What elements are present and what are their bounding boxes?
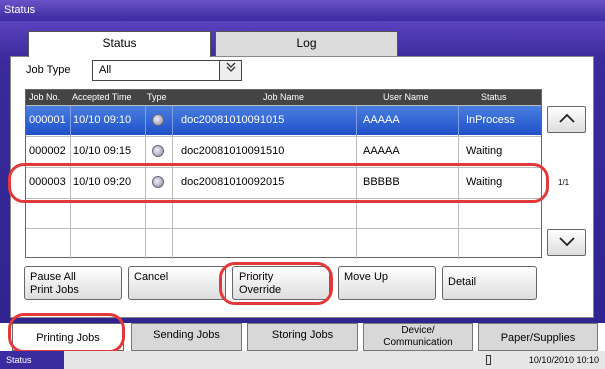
detail-button[interactable]: Detail — [442, 266, 537, 300]
table-header: Job No. Accepted Time Type Job Name User… — [26, 90, 541, 105]
header-job-name: Job Name — [263, 92, 305, 102]
window-title: Status — [0, 0, 605, 21]
highlight-printing-jobs — [8, 313, 125, 353]
scroll-down-button[interactable] — [547, 229, 586, 256]
header-type: Type — [147, 92, 167, 102]
table-row-empty — [26, 228, 541, 259]
cell-job-name: doc20081010091510 — [181, 145, 285, 157]
tab-paper-supplies[interactable]: Paper/Supplies — [478, 323, 598, 351]
status-bar-label[interactable]: Status — [0, 351, 64, 369]
header-user-name: User Name — [383, 92, 429, 102]
table-row[interactable]: 000002 10/10 09:15 doc20081010091510 AAA… — [26, 136, 541, 167]
header-job-no: Job No. — [29, 92, 61, 102]
print-job-icon — [152, 145, 164, 157]
cell-status: Waiting — [466, 145, 503, 157]
tab-sending-jobs[interactable]: Sending Jobs — [131, 323, 242, 351]
double-chevron-down-icon — [219, 61, 241, 80]
cell-job-no: 000001 — [29, 114, 66, 126]
cell-status: InProcess — [466, 114, 515, 126]
page-indicator: 1/1 — [558, 178, 570, 187]
print-job-icon — [152, 114, 164, 126]
table-row[interactable]: 000001 10/10 09:10 doc20081010091015 AAA… — [26, 105, 541, 136]
pause-all-print-jobs-button[interactable]: Pause All Print Jobs — [24, 266, 122, 300]
scroll-up-button[interactable] — [547, 106, 586, 133]
job-type-select[interactable]: All — [92, 60, 242, 81]
header-accepted-time: Accepted Time — [72, 92, 132, 102]
cell-time: 10/10 09:10 — [73, 114, 132, 126]
cancel-button[interactable]: Cancel — [128, 266, 226, 300]
cell-job-name: doc20081010091015 — [181, 114, 285, 126]
move-up-button[interactable]: Move Up — [338, 266, 436, 300]
chevron-up-icon — [558, 113, 575, 123]
cell-user: AAAAA — [363, 145, 400, 157]
cell-user: AAAAA — [363, 114, 400, 126]
job-type-label: Job Type — [26, 64, 71, 76]
chevron-down-icon — [558, 237, 575, 247]
highlight-row-3 — [8, 163, 549, 203]
memory-icon — [486, 355, 491, 365]
status-bar: Status 10/10/2010 10:10 — [0, 351, 605, 369]
header-status: Status — [481, 92, 507, 102]
tab-log[interactable]: Log — [215, 31, 398, 56]
cell-time: 10/10 09:15 — [73, 145, 132, 157]
tab-storing-jobs[interactable]: Storing Jobs — [247, 323, 358, 351]
tab-device-communication[interactable]: Device/ Communication — [363, 323, 473, 351]
cell-job-no: 000002 — [29, 145, 66, 157]
highlight-priority-override — [219, 262, 333, 305]
job-type-value: All — [99, 64, 112, 76]
tab-status[interactable]: Status — [28, 31, 211, 57]
clock: 10/10/2010 10:10 — [528, 355, 599, 365]
